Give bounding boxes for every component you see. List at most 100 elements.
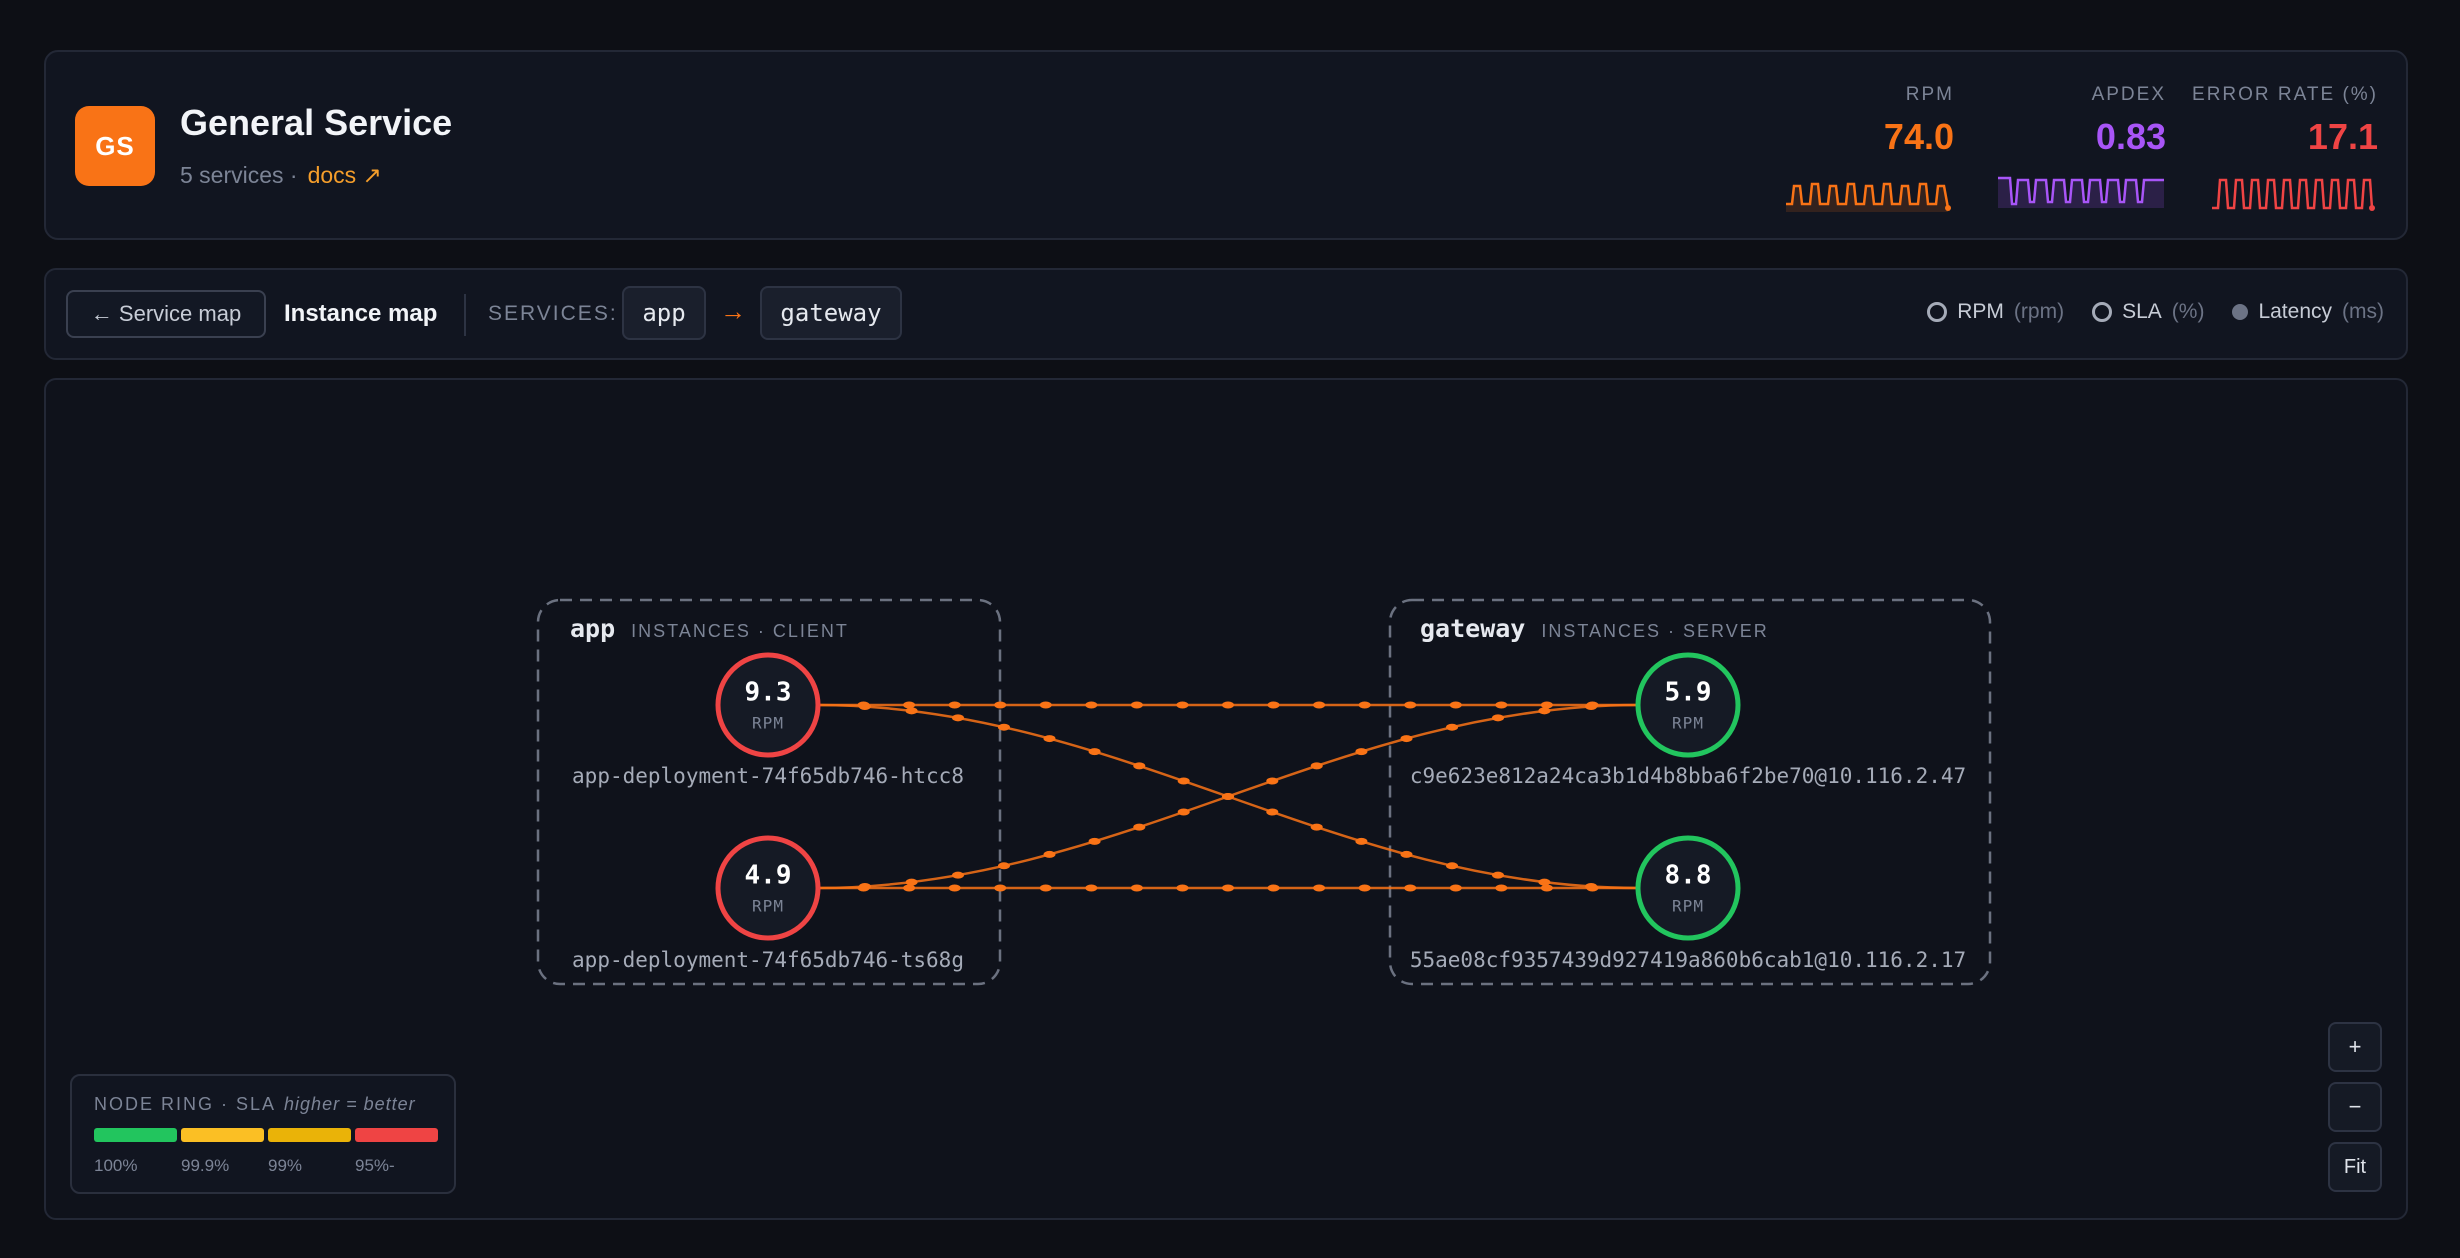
traffic-particle xyxy=(1404,884,1417,892)
page-title: General Service xyxy=(180,102,453,143)
traffic-particle xyxy=(1043,735,1056,743)
traffic-particle xyxy=(1267,701,1280,709)
node-value: 5.9 xyxy=(1664,677,1712,708)
traffic-particle xyxy=(1355,748,1368,756)
services-label: SERVICES: xyxy=(488,302,618,325)
traffic-particle xyxy=(1088,748,1101,756)
traffic-particle xyxy=(1585,702,1598,710)
kpi-label: ERROR RATE (%) xyxy=(2192,84,2378,105)
traffic-particle xyxy=(1043,850,1056,858)
toggle-rpm[interactable]: RPM (rpm) xyxy=(1927,300,2064,324)
legend-swatch xyxy=(355,1128,438,1142)
legend-hint: higher = better xyxy=(284,1094,416,1114)
instance-label: app-deployment-74f65db746-htcc8 xyxy=(572,764,964,788)
traffic-particle xyxy=(948,884,961,892)
traffic-particle xyxy=(997,723,1010,731)
toggle-latency[interactable]: Latency (ms) xyxy=(2232,300,2384,324)
traffic-particle xyxy=(1491,871,1504,879)
traffic-particle xyxy=(952,871,965,879)
traffic-particle xyxy=(1585,883,1598,891)
traffic-particle xyxy=(1267,884,1280,892)
node-unit: RPM xyxy=(752,896,784,916)
traffic-particle xyxy=(1310,823,1323,831)
traffic-particle xyxy=(948,701,961,709)
service-header: GS General Service 5 services · docs ↗ R… xyxy=(44,50,2408,240)
traffic-particle xyxy=(1355,837,1368,845)
traffic-particle xyxy=(1177,808,1190,816)
traffic-particle xyxy=(1538,707,1551,715)
traffic-particle xyxy=(1449,884,1462,892)
traffic-particle xyxy=(905,878,918,886)
traffic-particle xyxy=(1222,793,1234,800)
node-metric: 4.9 RPM xyxy=(745,861,792,916)
kpi-error-rate: ERROR RATE (%) 17.1 xyxy=(2166,82,2378,222)
service-chip-to[interactable]: gateway xyxy=(760,286,902,340)
kpi-rpm: RPM 74.0 xyxy=(1742,82,1954,222)
traffic-particle xyxy=(1495,884,1508,892)
traffic-particle xyxy=(994,884,1007,892)
traffic-particle xyxy=(903,884,916,892)
traffic-particle xyxy=(1495,701,1508,709)
apdex-sparkline xyxy=(1998,176,2164,208)
traffic-particle xyxy=(1177,777,1190,785)
instance-label: 55ae08cf9357439d927419a860b6cab1@10.116.… xyxy=(1409,948,1967,972)
fit-view-button[interactable]: Fit xyxy=(2328,1142,2382,1192)
metric-toggles: RPM (rpm) SLA (%) Latency (ms) xyxy=(1927,300,2384,324)
traffic-particle xyxy=(1446,723,1459,731)
kpi-apdex: APDEX 0.83 xyxy=(1954,82,2166,222)
group-tag: INSTANCES · CLIENT xyxy=(631,621,849,641)
legend-tick: 100% xyxy=(94,1156,138,1175)
toggle-unit: (%) xyxy=(2171,300,2205,323)
kpi-label: RPM xyxy=(1905,84,1954,105)
node-value: 4.9 xyxy=(744,860,792,891)
legend-tick: 99% xyxy=(268,1156,303,1175)
node-value: 9.3 xyxy=(744,677,792,708)
service-subtitle: 5 services · docs ↗ xyxy=(180,162,382,189)
rpm-sparkline xyxy=(1786,182,1951,212)
instance-label: c9e623e812a24ca3b1d4b8bba6f2be70@10.116.… xyxy=(1409,764,1967,788)
node-value: 8.8 xyxy=(1664,860,1712,891)
back-to-service-map-button[interactable]: ← Service map xyxy=(66,290,266,338)
legend-title: NODE RING · SLA higher = better xyxy=(94,1094,416,1115)
traffic-particle xyxy=(1538,878,1551,886)
traffic-particle xyxy=(1313,884,1326,892)
traffic-particle xyxy=(1400,850,1413,858)
toggle-unit: (ms) xyxy=(2342,300,2384,323)
traffic-particle xyxy=(1446,862,1459,870)
traffic-particle xyxy=(1540,884,1553,892)
traffic-particle xyxy=(903,701,916,709)
node-unit: RPM xyxy=(1672,896,1704,916)
instance-label: app-deployment-74f65db746-ts68g xyxy=(572,948,964,972)
error-rate-sparkline xyxy=(2212,178,2375,211)
service-logo: GS xyxy=(75,106,155,186)
node-metric: 5.9 RPM xyxy=(1665,678,1712,733)
traffic-particle xyxy=(1404,701,1417,709)
docs-link[interactable]: docs ↗ xyxy=(308,162,382,189)
traffic-particle xyxy=(1400,735,1413,743)
instance-map-canvas[interactable]: app INSTANCES · CLIENT gateway INSTANCES… xyxy=(44,378,2408,1220)
traffic-particle xyxy=(858,883,871,891)
zoom-in-button[interactable]: + xyxy=(2328,1022,2382,1072)
traffic-particle xyxy=(1130,701,1143,709)
radio-icon xyxy=(1927,302,1948,322)
traffic-particle xyxy=(997,862,1010,870)
traffic-particle xyxy=(952,714,965,722)
traffic-particle xyxy=(1358,884,1371,892)
kpi-value: 74.0 xyxy=(1883,116,1954,157)
legend-swatch xyxy=(94,1128,177,1142)
server-group-title: gateway INSTANCES · SERVER xyxy=(1420,614,1769,643)
traffic-particle xyxy=(905,707,918,715)
toggle-sla[interactable]: SLA (%) xyxy=(2092,300,2204,324)
group-tag: INSTANCES · SERVER xyxy=(1541,621,1769,641)
traffic-particle xyxy=(1039,884,1052,892)
legend-tick: 99.9% xyxy=(181,1156,230,1175)
traffic-particle xyxy=(1266,777,1279,785)
traffic-particle xyxy=(1085,701,1098,709)
traffic-particle xyxy=(1358,701,1371,709)
service-chip-from[interactable]: app xyxy=(622,286,706,340)
zoom-out-button[interactable]: − xyxy=(2328,1082,2382,1132)
traffic-particle xyxy=(1085,884,1098,892)
kpi-value: 17.1 xyxy=(2307,116,2378,157)
traffic-particle xyxy=(1130,884,1143,892)
legend-bars xyxy=(94,1128,438,1142)
